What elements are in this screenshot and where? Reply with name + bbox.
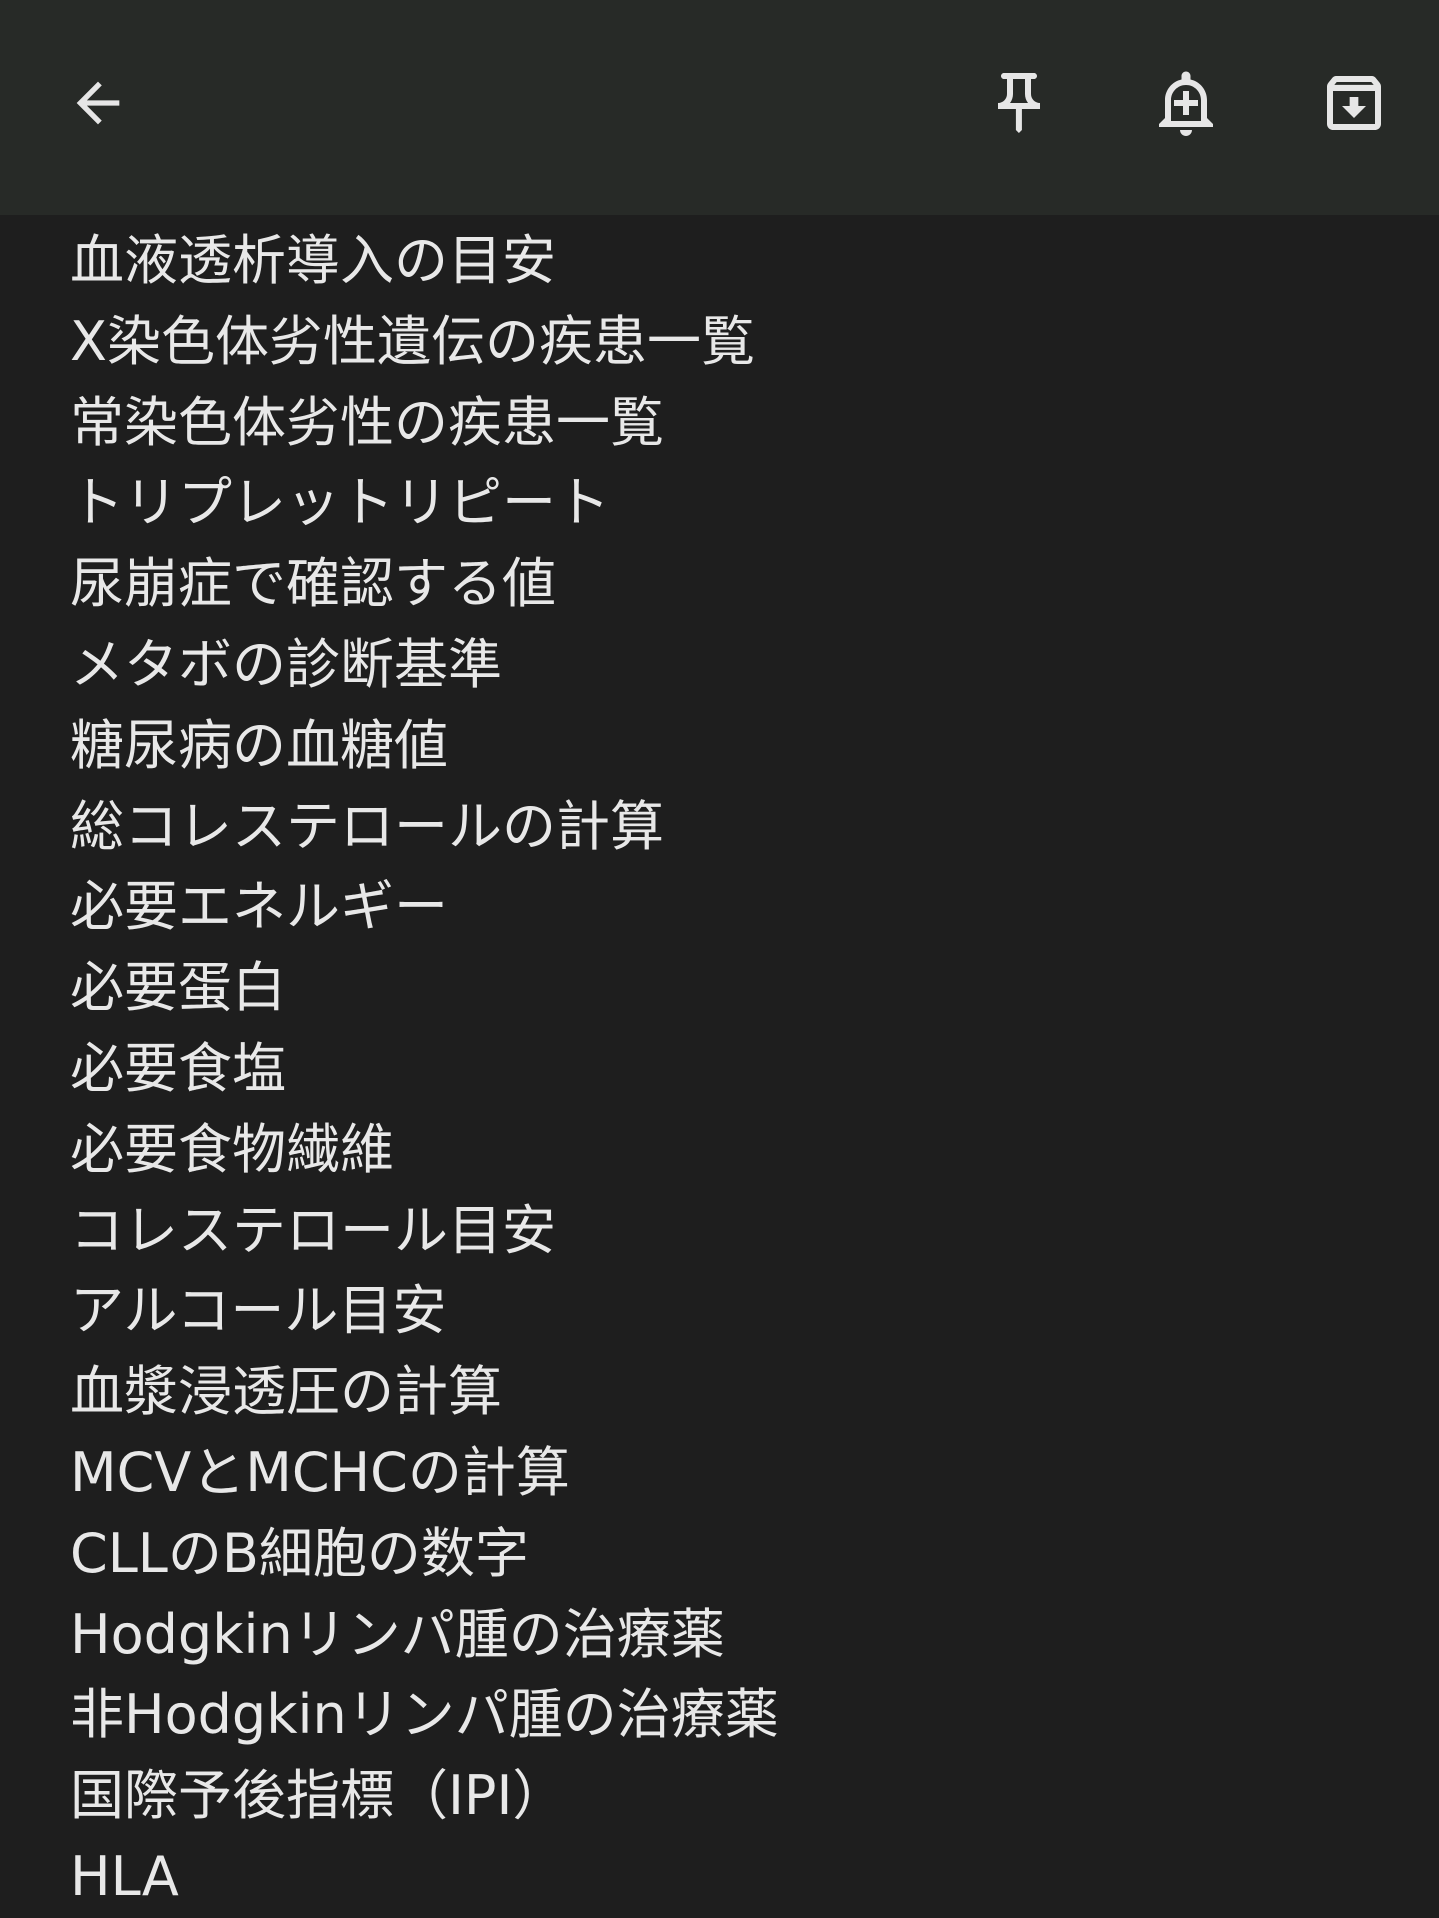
add-alert-icon — [1159, 71, 1213, 136]
note-line: X染色体劣性遺伝の疾患一覧 — [70, 309, 755, 373]
note-line: 必要食物繊維 — [70, 1117, 394, 1181]
note-line: トリプレットリピート — [70, 471, 610, 535]
note-line: Hodgkinリンパ腫の治療薬 — [70, 1602, 725, 1666]
archive-button[interactable] — [1299, 48, 1409, 158]
note-line: 血漿浸透圧の計算 — [70, 1360, 502, 1424]
note-line: 尿崩症で確認する値 — [70, 552, 556, 616]
note-line: 総コレステロールの計算 — [70, 794, 664, 858]
note-line: 国際予後指標（IPI） — [70, 1764, 567, 1828]
note-line: 非Hodgkinリンパ腫の治療薬 — [70, 1683, 779, 1747]
note-line: 常染色体劣性の疾患一覧 — [70, 390, 664, 454]
note-line: コレステロール目安 — [70, 1198, 556, 1262]
note-body[interactable]: 血液透析導入の目安 X染色体劣性遺伝の疾患一覧 常染色体劣性の疾患一覧 トリプレ… — [70, 221, 1400, 1918]
note-line: メタボの診断基準 — [70, 632, 502, 696]
archive-icon — [1327, 76, 1381, 130]
note-line: 必要エネルギー — [70, 875, 448, 939]
note-line: HLA — [70, 1844, 179, 1908]
pin-icon — [998, 73, 1040, 133]
note-line: 必要蛋白 — [70, 956, 286, 1020]
reminder-button[interactable] — [1131, 48, 1241, 158]
note-line: 糖尿病の血糖値 — [70, 713, 448, 777]
pin-button[interactable] — [964, 48, 1074, 158]
note-line: 必要食塩 — [70, 1036, 286, 1100]
arrow-back-icon — [76, 81, 120, 125]
note-line: 血液透析導入の目安 — [70, 229, 556, 292]
note-line: アルコール目安 — [70, 1279, 447, 1343]
back-button[interactable] — [43, 48, 153, 158]
note-line: MCVとMCHCの計算 — [70, 1440, 570, 1504]
top-app-bar — [0, 0, 1439, 215]
note-line: CLLのB細胞の数字 — [70, 1521, 529, 1585]
